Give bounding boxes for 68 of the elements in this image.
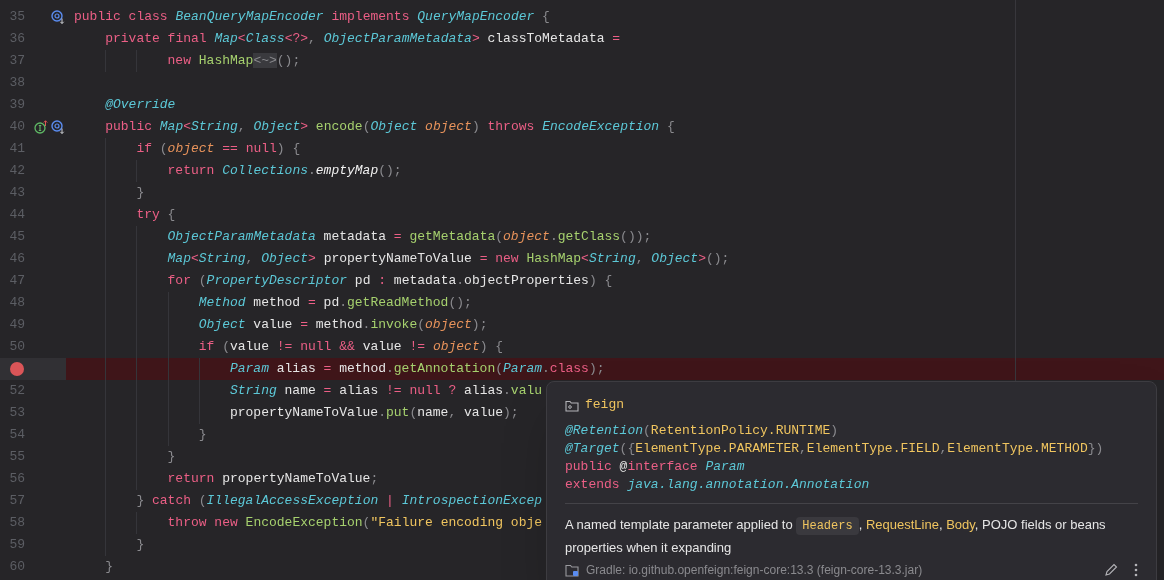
code-line: }: [198, 426, 207, 444]
doc-link[interactable]: RequestLine: [865, 517, 939, 532]
line-number: 38: [8, 74, 25, 92]
code-line: } catch (IllegalAccessException | IntrospectionExcep: [136, 492, 543, 510]
line-number: 42: [8, 162, 25, 180]
code-line: ObjectParamMetadata metadata = getMetadata(object.getClass());: [167, 228, 652, 246]
line-number: 40: [8, 118, 25, 136]
line-number: 46: [8, 250, 25, 268]
code-line: throw new EncodeException("Failure encoding obje: [167, 514, 543, 532]
line-number: 57: [8, 492, 25, 510]
code-line: Param alias = method.getAnnotation(Param.class);: [229, 360, 605, 378]
overridden-method-icon[interactable]: [51, 120, 65, 134]
code-line: }: [167, 448, 176, 466]
line-number: 47: [8, 272, 25, 290]
code-line: if (object == null) {: [136, 140, 301, 158]
library-source: Gradle: io.github.openfeign:feign-core:13.3 (feign-core-13.3.jar): [586, 562, 923, 578]
code-line: public class BeanQueryMapEncoder implements QueryMapEncoder {: [74, 8, 550, 26]
code-line: String name = alias != null ? alias.valu: [229, 382, 543, 400]
code-line: if (value != null && value != object) {: [198, 338, 504, 356]
line-number: 60: [8, 558, 25, 576]
signature-line: @Retention(RetentionPolicy.RUNTIME): [565, 422, 840, 440]
overridden-method-icon[interactable]: [51, 10, 65, 24]
line-number: 39: [8, 96, 25, 114]
line-number: 50: [8, 338, 25, 356]
code-line: for (PropertyDescriptor pd : metadata.objectProperties) {: [167, 272, 613, 290]
line-number: 35: [8, 8, 25, 26]
line-number: 49: [8, 316, 25, 334]
code-line: Method method = pd.getReadMethod();: [198, 294, 472, 312]
code-line: }: [105, 558, 113, 576]
code-line: return propertyNameToValue;: [167, 470, 379, 488]
package-icon: [565, 398, 579, 412]
line-number: 45: [8, 228, 25, 246]
library-folder-icon: [565, 563, 580, 577]
code-line: try {: [136, 206, 176, 224]
doc-link[interactable]: Body: [946, 517, 975, 532]
line-number: 52: [8, 382, 25, 400]
line-number: 37: [8, 52, 25, 70]
implements-method-icon[interactable]: [34, 120, 48, 134]
breakpoint-icon[interactable]: [10, 362, 24, 376]
more-options-icon[interactable]: [1134, 563, 1138, 577]
code-line: }: [136, 184, 145, 202]
edit-icon[interactable]: [1104, 563, 1118, 577]
line-number: 53: [8, 404, 25, 422]
signature-line: @Target({ElementType.PARAMETER,ElementType.FIELD,ElementType.METHOD}): [565, 440, 1105, 458]
line-number: 48: [8, 294, 25, 312]
line-number: 56: [8, 470, 25, 488]
line-number: 36: [8, 30, 25, 48]
line-number: 54: [8, 426, 25, 444]
code-line: Map<String, Object> propertyNameToValue = new HashMap<String, Object>();: [167, 250, 730, 268]
signature-line: public @interface Param: [565, 458, 746, 476]
line-number: 55: [8, 448, 25, 466]
line-number: 59: [8, 536, 25, 554]
code-line: public Map<String, Object> encode(Object object) throws EncodeException {: [105, 118, 675, 136]
description-text: A named template parameter applied to Headers , RequestLine, Body, POJO fields or beans properties when it expanding: [565, 516, 1107, 557]
code-chip: Headers: [796, 517, 859, 535]
code-line: propertyNameToValue.put(name, value);: [229, 404, 519, 422]
code-line: return Collections.emptyMap();: [167, 162, 402, 180]
code-line: private final Map<Class<?>, ObjectParamMetadata> classToMetadata =: [105, 30, 621, 48]
code-line: new HashMap<~>();: [167, 52, 301, 70]
signature-line: extends java.lang.annotation.Annotation: [565, 476, 871, 494]
line-number: 58: [8, 514, 25, 532]
line-number: 43: [8, 184, 25, 202]
line-number: 44: [8, 206, 25, 224]
code-line: Object value = method.invoke(object);: [198, 316, 488, 334]
package-name: feign: [585, 396, 624, 414]
code-line: }: [136, 536, 145, 554]
code-line: @Override: [105, 96, 176, 114]
line-number: 41: [8, 140, 25, 158]
